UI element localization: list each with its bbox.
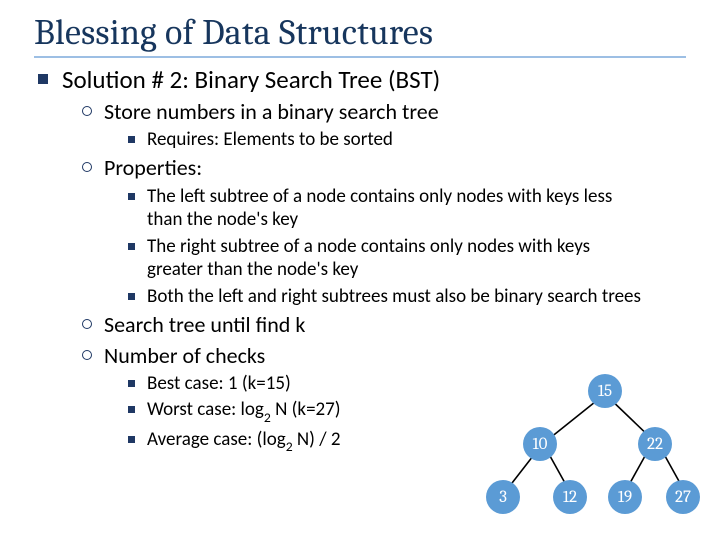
title-underline [34, 56, 686, 58]
square-bullet-icon [128, 406, 135, 413]
subscript-2: 2 [286, 438, 293, 455]
bullet-solution: Solution # 2: Binary Search Tree (BST) [38, 64, 686, 95]
prop2-text: The right subtree of a node contains onl… [147, 235, 647, 282]
properties-text: Properties: [104, 154, 686, 181]
checks-text: Number of checks [104, 342, 686, 369]
circle-bullet-icon [82, 350, 92, 360]
tree-node-27: 27 [666, 480, 700, 514]
avg-post: N) / 2 [293, 428, 341, 451]
avg-pre: Average case: (log [147, 428, 286, 451]
solution-text: Solution # 2: Binary Search Tree (BST) [62, 64, 686, 95]
subscript-2: 2 [264, 409, 271, 426]
bullet-store: Store numbers in a binary search tree [82, 98, 686, 125]
square-bullet-icon [128, 293, 135, 300]
bullet-prop3: Both the left and right subtrees must al… [128, 285, 686, 309]
square-bullet-icon [128, 380, 135, 387]
tree-node-12: 12 [553, 480, 587, 514]
square-bullet-icon [38, 74, 48, 84]
search-text: Search tree until find k [104, 311, 686, 338]
bullet-requires: Requires: Elements to be sorted [128, 128, 686, 152]
bullet-checks: Number of checks [82, 342, 686, 369]
tree-node-19: 19 [608, 480, 642, 514]
tree-node-3: 3 [486, 480, 520, 514]
worst-post: N (k=27) [271, 398, 341, 421]
bullet-prop2: The right subtree of a node contains onl… [128, 235, 686, 282]
tree-node-15: 15 [588, 374, 622, 408]
prop1-text: The left subtree of a node contains only… [147, 185, 647, 232]
worst-pre: Worst case: log [147, 398, 264, 421]
bullet-properties: Properties: [82, 154, 686, 181]
circle-bullet-icon [82, 319, 92, 329]
tree-node-22: 22 [638, 427, 672, 461]
slide: Blessing of Data Structures Solution # 2… [0, 0, 720, 540]
bullet-prop1: The left subtree of a node contains only… [128, 185, 686, 232]
circle-bullet-icon [82, 162, 92, 172]
tree-node-10: 10 [523, 427, 557, 461]
circle-bullet-icon [82, 106, 92, 116]
square-bullet-icon [128, 136, 135, 143]
prop3-text: Both the left and right subtrees must al… [147, 285, 647, 309]
slide-title: Blessing of Data Structures [34, 12, 686, 53]
square-bullet-icon [128, 436, 135, 443]
requires-text: Requires: Elements to be sorted [147, 128, 686, 152]
bullet-search: Search tree until find k [82, 311, 686, 338]
bst-diagram: 15 10 22 3 12 19 27 [478, 372, 698, 522]
store-text: Store numbers in a binary search tree [104, 98, 686, 125]
square-bullet-icon [128, 193, 135, 200]
square-bullet-icon [128, 243, 135, 250]
